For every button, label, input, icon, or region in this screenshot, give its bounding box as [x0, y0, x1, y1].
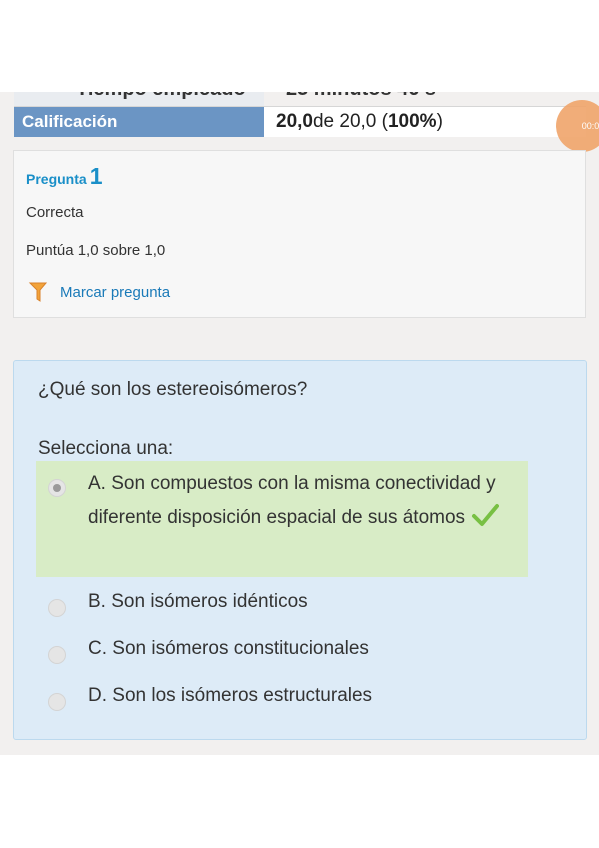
radio-button-a[interactable] — [48, 479, 66, 497]
question-text: ¿Qué son los estereoisómeros? — [38, 379, 308, 400]
question-title: Pregunta 1 — [26, 163, 102, 190]
select-one-label: Selecciona una: — [38, 438, 174, 459]
grade-score: 20,0 — [276, 111, 313, 132]
grade-label: Calificación — [14, 107, 264, 137]
time-taken-row: Tiempo empleado 23 minutos 46 s — [14, 92, 586, 106]
grade-close: ) — [436, 111, 443, 132]
question-status: Correcta — [26, 204, 84, 221]
timer-text: 00:00 — [581, 121, 599, 131]
question-box: ¿Qué son los estereoisómeros? Selecciona… — [13, 360, 587, 740]
flag-question-label: Marcar pregunta — [60, 283, 171, 301]
flag-icon — [28, 282, 48, 302]
answer-option-d-label: D. Son los isómeros estructurales — [88, 685, 373, 706]
grade-of: de 20,0 ( — [312, 111, 388, 132]
question-title-word: Pregunta — [26, 171, 87, 187]
answer-option-b[interactable]: B. Son isómeros idénticos — [36, 585, 528, 625]
grade-row: Calificación 20,0 de 20,0 (100%) — [14, 106, 586, 137]
flag-question-link[interactable]: Marcar pregunta — [28, 281, 170, 303]
timer-bubble[interactable]: 00:00 — [556, 100, 599, 152]
answer-option-a-label: A. Son compuestos con la misma conectivi… — [88, 473, 496, 528]
answer-option-a[interactable]: A. Son compuestos con la misma conectivi… — [36, 461, 528, 577]
answer-option-c-label: C. Son isómeros constitucionales — [88, 638, 369, 659]
time-taken-value: 23 minutos 46 s — [286, 92, 436, 101]
question-info-box: Pregunta 1 Correcta Puntúa 1,0 sobre 1,0 … — [13, 150, 586, 318]
question-number: 1 — [89, 163, 103, 189]
radio-button-c[interactable] — [48, 646, 66, 664]
grade-value: 20,0 de 20,0 (100%) — [264, 107, 586, 137]
answer-option-c[interactable]: C. Son isómeros constitucionales — [36, 632, 528, 672]
radio-button-b[interactable] — [48, 599, 66, 617]
answer-option-b-label: B. Son isómeros idénticos — [88, 591, 308, 612]
answer-option-d[interactable]: D. Son los isómeros estructurales — [36, 679, 528, 719]
radio-button-d[interactable] — [48, 693, 66, 711]
check-icon — [472, 504, 500, 526]
grade-percent: 100% — [387, 111, 437, 132]
question-score: Puntúa 1,0 sobre 1,0 — [26, 242, 166, 259]
time-taken-label: Tiempo empleado — [76, 92, 246, 101]
